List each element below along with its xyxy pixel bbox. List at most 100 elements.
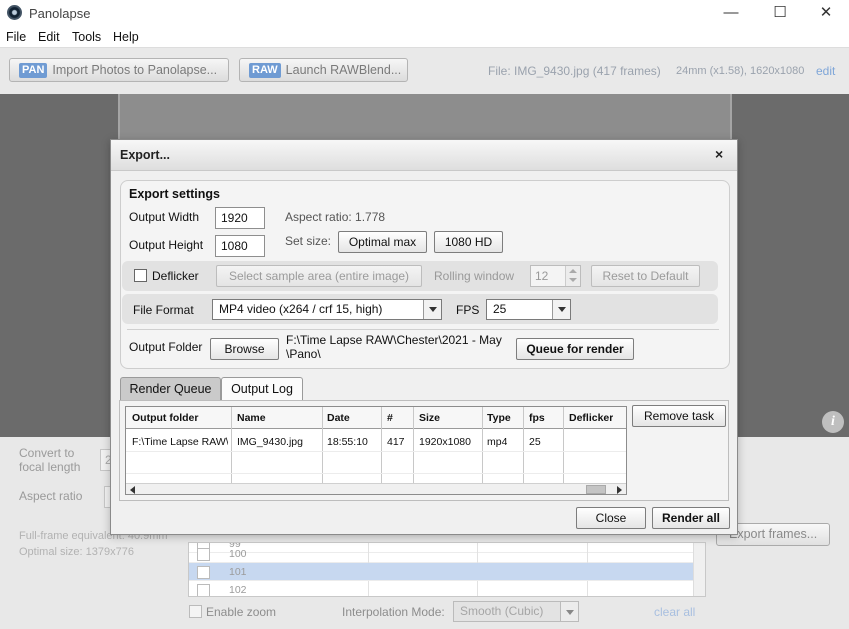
render-all-button[interactable]: Render all: [652, 507, 730, 529]
col-date[interactable]: Date: [327, 412, 350, 424]
table-row[interactable]: 102: [189, 581, 694, 596]
rolling-window-label: Rolling window: [434, 269, 515, 283]
deflicker-label: Deflicker: [152, 269, 199, 283]
maximize-button[interactable]: ☐: [769, 3, 791, 23]
queue-table-header: Output folder Name Date # Size Type fps …: [126, 407, 626, 429]
minimize-button[interactable]: —: [720, 3, 742, 23]
edit-link[interactable]: edit: [816, 64, 835, 78]
1080-hd-button[interactable]: 1080 HD: [434, 231, 503, 253]
frame-number: 100: [229, 548, 247, 560]
file-info: File: IMG_9430.jpg (417 frames): [488, 64, 661, 78]
settings-divider: [127, 329, 719, 330]
reset-to-default-button[interactable]: Reset to Default: [591, 265, 700, 287]
spinner-arrows-icon[interactable]: [565, 266, 580, 286]
file-format-select[interactable]: MP4 video (x264 / crf 15, high): [212, 299, 442, 320]
info-icon[interactable]: i: [822, 411, 844, 433]
rolling-window-value: 12: [535, 269, 549, 283]
pan-badge-icon: PAN: [19, 63, 48, 78]
aspect-ratio-label: Aspect ratio: [19, 489, 83, 503]
tab-render-queue[interactable]: Render Queue: [120, 377, 221, 401]
queue-cell-count: 417: [387, 436, 405, 448]
lens-info: 24mm (x1.58), 1620x1080: [676, 65, 805, 77]
clear-all-link[interactable]: clear all: [654, 605, 695, 619]
output-height-input[interactable]: [215, 235, 265, 257]
output-width-input[interactable]: [215, 207, 265, 229]
interpolation-select[interactable]: Smooth (Cubic): [453, 601, 579, 622]
remove-task-button[interactable]: Remove task: [632, 405, 726, 427]
app-title: Panolapse: [29, 6, 91, 21]
convert-label-line1: Convert to: [19, 446, 75, 460]
queue-cell-folder: F:\Time Lapse RAW\: [132, 436, 228, 448]
fps-label: FPS: [456, 303, 480, 317]
tab-output-log[interactable]: Output Log: [221, 377, 303, 401]
dialog-title-bar[interactable]: Export... ×: [111, 140, 737, 171]
enable-zoom-checkbox[interactable]: [189, 605, 202, 618]
dialog-title: Export...: [120, 148, 171, 162]
fps-select[interactable]: 25: [486, 299, 571, 320]
output-folder-path-line2: \Pano\: [286, 347, 321, 361]
browse-button[interactable]: Browse: [210, 338, 279, 360]
fps-value: 25: [493, 302, 507, 316]
col-output-folder[interactable]: Output folder: [132, 412, 199, 424]
chevron-down-icon: [560, 602, 578, 621]
interpolation-label: Interpolation Mode:: [342, 605, 445, 619]
queue-cell-name: IMG_9430.jpg: [237, 436, 303, 448]
chevron-down-icon: [423, 300, 441, 319]
frame-checkbox[interactable]: [197, 584, 210, 596]
close-button[interactable]: Close: [576, 507, 646, 529]
chevron-down-icon: [552, 300, 570, 319]
import-photos-button[interactable]: PAN Import Photos to Panolapse...: [9, 58, 229, 82]
table-row[interactable]: 101: [189, 563, 694, 581]
menu-file[interactable]: File: [6, 30, 26, 44]
queue-for-render-button[interactable]: Queue for render: [516, 338, 634, 360]
frames-table[interactable]: 99 100 101 102: [188, 542, 706, 597]
menu-help[interactable]: Help: [113, 30, 139, 44]
aspect-ratio-text: Aspect ratio: 1.778: [285, 210, 386, 224]
queue-cell-date: 18:55:10: [327, 436, 368, 448]
launch-rawblend-button[interactable]: RAW Launch RAWBlend...: [239, 58, 408, 82]
scroll-thumb[interactable]: [586, 485, 606, 494]
export-settings-title: Export settings: [129, 187, 220, 201]
file-format-row: File Format MP4 video (x264 / crf 15, hi…: [122, 294, 718, 324]
table-row[interactable]: [126, 452, 626, 474]
optimal-size-text: Optimal size: 1379x776: [19, 546, 134, 558]
frame-number: 102: [229, 584, 247, 596]
export-settings-panel: Export settings Output Width Aspect rati…: [120, 180, 730, 369]
render-queue-table[interactable]: Output folder Name Date # Size Type fps …: [125, 406, 627, 495]
frames-scrollbar[interactable]: [693, 543, 705, 596]
import-photos-label: Import Photos to Panolapse...: [52, 63, 218, 77]
render-queue-panel: Output folder Name Date # Size Type fps …: [119, 400, 729, 501]
col-name[interactable]: Name: [237, 412, 266, 424]
output-folder-path-line1: F:\Time Lapse RAW\Chester\2021 - May: [286, 333, 502, 347]
menu-bar: File Edit Tools Help: [0, 27, 849, 48]
table-row[interactable]: F:\Time Lapse RAW\ IMG_9430.jpg 18:55:10…: [126, 430, 626, 452]
table-row[interactable]: 100: [189, 545, 694, 563]
queue-cell-type: mp4: [487, 436, 508, 448]
queue-horizontal-scrollbar[interactable]: [126, 483, 626, 494]
window-close-button[interactable]: ✕: [815, 3, 837, 23]
menu-edit[interactable]: Edit: [38, 30, 60, 44]
col-count[interactable]: #: [387, 412, 393, 424]
frame-checkbox[interactable]: [197, 566, 210, 579]
dialog-close-icon[interactable]: ×: [715, 146, 723, 162]
queue-cell-size: 1920x1080: [419, 436, 471, 448]
col-type[interactable]: Type: [487, 412, 511, 424]
rolling-window-spinner[interactable]: 12: [530, 265, 581, 287]
scroll-left-icon[interactable]: [130, 486, 135, 494]
menu-tools[interactable]: Tools: [72, 30, 101, 44]
set-size-label: Set size:: [285, 234, 332, 248]
frame-checkbox[interactable]: [197, 548, 210, 561]
enable-zoom-label: Enable zoom: [206, 605, 277, 619]
file-format-value: MP4 video (x264 / crf 15, high): [219, 302, 383, 316]
output-height-label: Output Height: [129, 238, 204, 252]
deflicker-checkbox[interactable]: [134, 269, 147, 282]
export-dialog: Export... × Export settings Output Width…: [110, 139, 738, 535]
col-fps[interactable]: fps: [529, 412, 545, 424]
panolapse-logo-icon: [7, 5, 22, 20]
col-deflicker[interactable]: Deflicker: [569, 412, 613, 424]
col-size[interactable]: Size: [419, 412, 440, 424]
optimal-max-button[interactable]: Optimal max: [338, 231, 427, 253]
select-sample-area-button[interactable]: Select sample area (entire image): [216, 265, 422, 287]
title-bar: Panolapse — ☐ ✕: [0, 0, 849, 27]
scroll-right-icon[interactable]: [617, 486, 622, 494]
